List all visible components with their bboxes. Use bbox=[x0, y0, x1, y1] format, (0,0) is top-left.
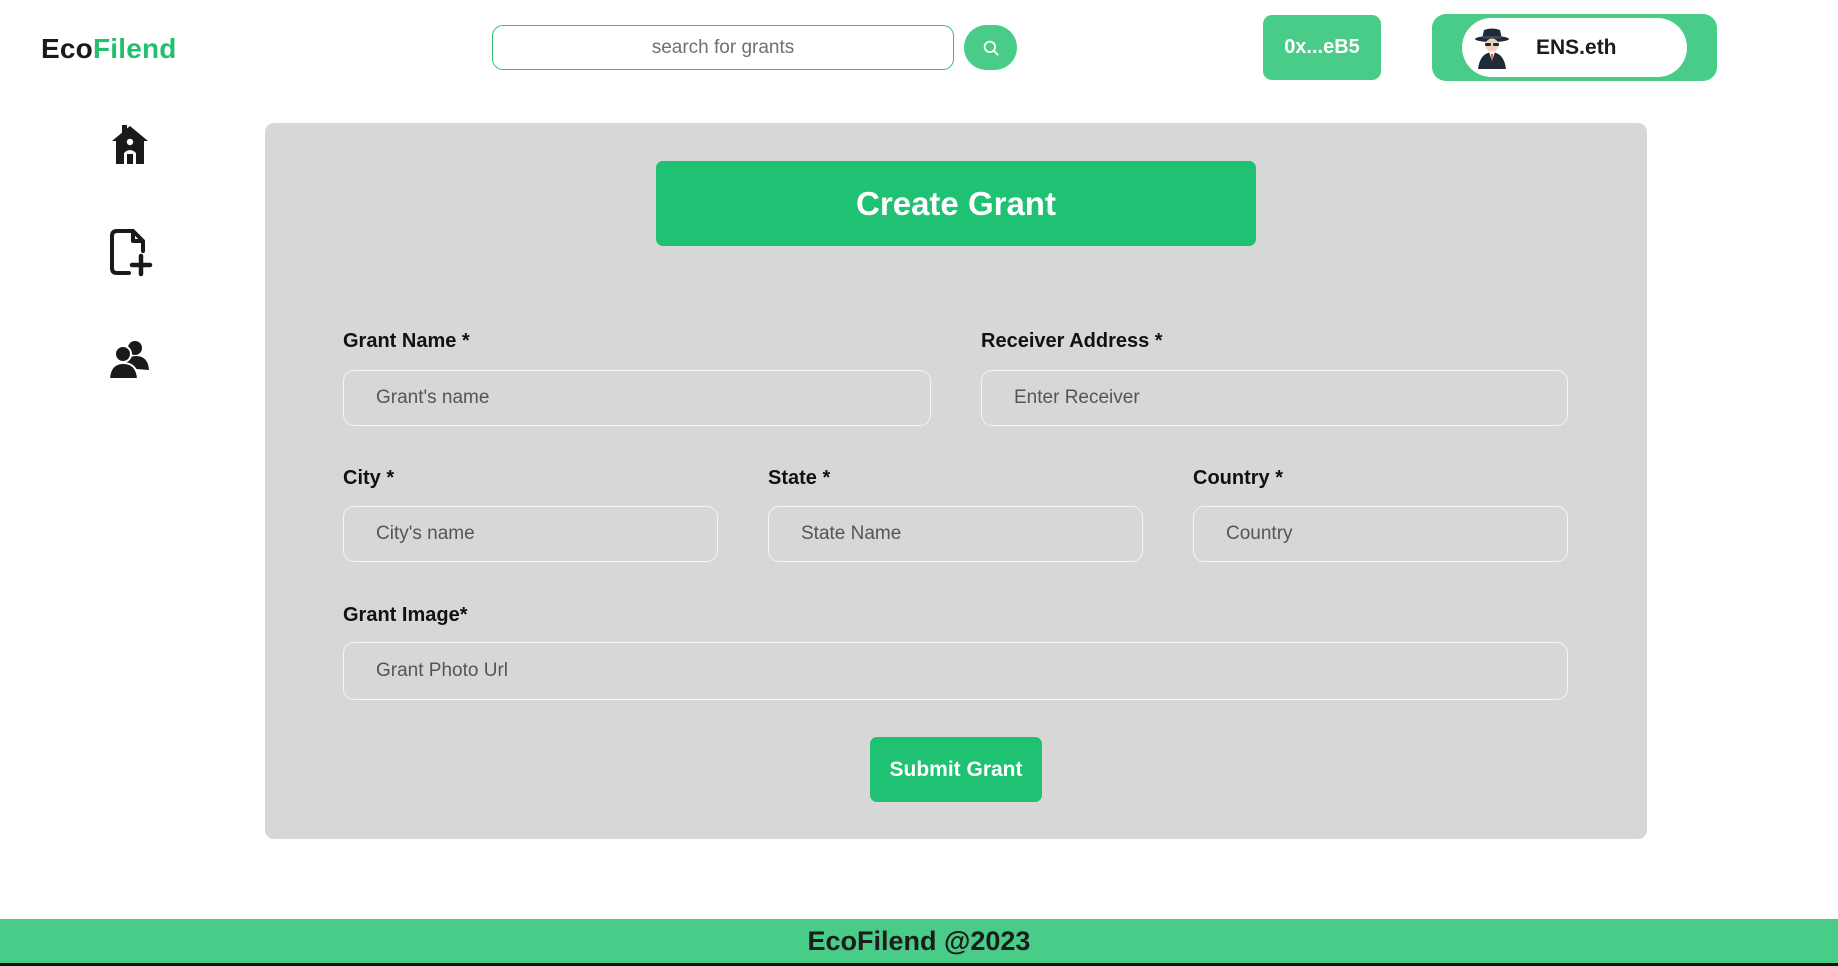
ens-pill: ENS.eth bbox=[1462, 18, 1687, 77]
ens-profile-button[interactable]: ENS.eth bbox=[1432, 14, 1717, 81]
grant-name-input[interactable] bbox=[343, 370, 931, 426]
state-input[interactable] bbox=[768, 506, 1143, 562]
sidebar-item-community[interactable] bbox=[105, 335, 155, 385]
footer: EcoFilend @2023 bbox=[0, 919, 1838, 966]
city-label: City * bbox=[343, 467, 395, 489]
wallet-address: 0x...eB5 bbox=[1284, 36, 1360, 58]
grant-image-label: Grant Image* bbox=[343, 604, 468, 626]
search-icon bbox=[983, 40, 999, 56]
sidebar-item-create-grant[interactable] bbox=[105, 227, 155, 277]
ens-name: ENS.eth bbox=[1536, 35, 1617, 59]
grant-image-url-input[interactable] bbox=[343, 642, 1568, 700]
search-button[interactable] bbox=[964, 25, 1017, 70]
avatar bbox=[1470, 25, 1514, 70]
state-label: State * bbox=[768, 467, 831, 489]
city-input[interactable] bbox=[343, 506, 718, 562]
brand-logo-part2: Filend bbox=[92, 33, 177, 64]
search-input[interactable] bbox=[492, 25, 954, 70]
brand-logo[interactable]: EcoFilend bbox=[41, 33, 177, 65]
spy-avatar-icon bbox=[1475, 28, 1509, 69]
home-icon bbox=[112, 125, 148, 164]
sidebar-item-home[interactable] bbox=[105, 120, 155, 170]
receiver-address-label: Receiver Address * bbox=[981, 330, 1163, 352]
country-label: Country * bbox=[1193, 467, 1283, 489]
page-title: Create Grant bbox=[656, 161, 1256, 246]
grant-name-label: Grant Name * bbox=[343, 330, 470, 352]
users-icon bbox=[108, 341, 149, 380]
country-input[interactable] bbox=[1193, 506, 1568, 562]
create-grant-panel: Create Grant Grant Name * Receiver Addre… bbox=[265, 123, 1647, 839]
footer-text: EcoFilend @2023 bbox=[807, 925, 1031, 956]
brand-logo-part1: Eco bbox=[41, 33, 93, 64]
receiver-address-input[interactable] bbox=[981, 370, 1568, 426]
page: EcoFilend 0x...eB5 bbox=[0, 0, 1838, 966]
submit-grant-button[interactable]: Submit Grant bbox=[870, 737, 1042, 802]
file-plus-icon bbox=[110, 229, 153, 277]
wallet-address-button[interactable]: 0x...eB5 bbox=[1263, 15, 1381, 80]
